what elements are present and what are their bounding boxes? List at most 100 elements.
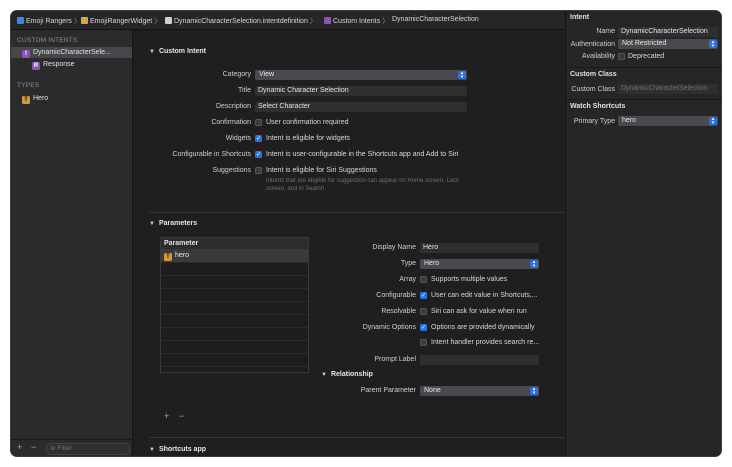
table-row	[161, 263, 308, 276]
configurable-text: User can edit value in Shortcuts,...	[431, 292, 538, 299]
table-row	[161, 328, 308, 341]
parent-parameter-popup[interactable]: None ▴ ▾	[420, 386, 539, 396]
sidebar: CUSTOM INTENTS I DynamicCharacterSele... …	[11, 30, 133, 456]
section-divider	[149, 437, 564, 438]
table-row[interactable]: Thero	[161, 250, 308, 263]
sidebar-section-custom-intents: CUSTOM INTENTS	[17, 37, 78, 44]
sidebar-item-response[interactable]: R Response	[11, 59, 132, 70]
parameter-table: Parameter Thero	[160, 237, 309, 373]
parameter-table-header: Parameter	[161, 238, 308, 250]
inspector-divider	[566, 67, 721, 68]
primary-type-label: Primary Type	[573, 118, 615, 125]
section-custom-intent[interactable]: ▼ Custom Intent	[149, 48, 206, 55]
availability-label: Availability	[582, 53, 615, 60]
breadcrumb-item-folder[interactable]: EmojiRangerWidget 〉	[81, 16, 163, 26]
deprecated-checkbox[interactable]	[618, 53, 625, 60]
dynamic-options-label: Dynamic Options	[362, 324, 416, 331]
display-name-field[interactable]: Hero	[420, 243, 539, 253]
resolvable-label: Resolvable	[381, 308, 416, 315]
remove-icon[interactable]: −	[31, 442, 36, 452]
file-icon	[165, 17, 172, 24]
section-parameters[interactable]: ▼ Parameters	[149, 220, 197, 227]
inspector: Intent Name DynamicCharacterSelection Au…	[565, 11, 721, 456]
intent-editor: ▼ Custom Intent Category View ▴ ▾ Title Dy…	[133, 30, 564, 456]
type-badge-icon: T	[164, 253, 172, 261]
prompt-label-field[interactable]	[420, 355, 539, 365]
popup-arrows-icon: ▴ ▾	[709, 117, 717, 126]
xcode-window: Emoji Rangers 〉 EmojiRangerWidget 〉 Dynami…	[11, 11, 721, 456]
dynamic-options-text: Options are provided dynamically	[431, 324, 535, 331]
add-parameter-icon[interactable]: +	[164, 411, 169, 421]
suggestions-checkbox[interactable]	[255, 167, 262, 174]
dynamic-options-checkbox[interactable]: ✓	[420, 324, 427, 331]
authentication-popup[interactable]: Not Restricted ▴ ▾	[618, 39, 718, 49]
shortcuts-checkbox[interactable]: ✓	[255, 151, 262, 158]
response-badge-icon: R	[32, 62, 40, 70]
suggestions-text: Intent is eligible for Siri Suggestions	[266, 167, 377, 174]
primary-type-popup[interactable]: hero ▴ ▾	[618, 116, 718, 126]
breadcrumb-item-file[interactable]: DynamicCharacterSelection.intentdefiniti…	[165, 16, 319, 26]
filter-icon: ⊜	[50, 445, 56, 452]
search-checkbox[interactable]	[420, 339, 427, 346]
folder-icon	[81, 17, 88, 24]
inspector-custom-class-title: Custom Class	[570, 71, 617, 78]
resolvable-text: Siri can ask for value when run	[431, 308, 527, 315]
breadcrumb-item-project[interactable]: Emoji Rangers 〉	[17, 16, 83, 26]
type-label: Type	[400, 260, 416, 267]
section-shortcuts-app[interactable]: ▼ Shortcuts app	[149, 446, 206, 453]
confirmation-checkbox[interactable]	[255, 119, 262, 126]
type-popup[interactable]: Hero ▴ ▾	[420, 259, 539, 269]
custom-class-field[interactable]: DynamicCharacterSelection	[618, 84, 718, 94]
intent-badge-icon: I	[22, 50, 30, 58]
suggestions-label: Suggestions	[212, 167, 251, 174]
category-popup[interactable]: View ▴ ▾	[255, 70, 467, 80]
breadcrumb-item-group[interactable]: Custom Intents 〉	[324, 16, 391, 26]
table-row	[161, 302, 308, 315]
confirmation-label: Confirmation	[211, 119, 251, 126]
configurable-label: Configurable	[376, 292, 416, 299]
sidebar-item-hero[interactable]: T Hero	[11, 93, 132, 104]
title-field[interactable]: Dynamic Character Selection	[255, 86, 467, 96]
section-relationship[interactable]: ▼ Relationship	[321, 371, 373, 378]
breadcrumb-item-intent[interactable]: DynamicCharacterSelection	[392, 16, 479, 23]
description-field[interactable]: Select Character	[255, 102, 467, 112]
table-row	[161, 341, 308, 354]
authentication-label: Authentication	[570, 41, 615, 48]
widgets-text: Intent is eligible for widgets	[266, 135, 351, 142]
disclosure-triangle-icon: ▼	[321, 372, 327, 378]
table-row	[161, 289, 308, 302]
filter-placeholder: Filter	[57, 445, 72, 452]
resolvable-checkbox[interactable]	[420, 308, 427, 315]
suggestions-hint: Intents that are eligible for suggestion…	[266, 178, 460, 192]
table-row	[161, 276, 308, 289]
widgets-checkbox[interactable]: ✓	[255, 135, 262, 142]
array-text: Supports multiple values	[431, 276, 508, 283]
disclosure-triangle-icon: ▼	[149, 447, 155, 453]
sidebar-item-label: Hero	[33, 95, 49, 102]
project-icon	[17, 17, 24, 24]
configurable-checkbox[interactable]: ✓	[420, 292, 427, 299]
category-label: Category	[222, 71, 251, 78]
array-checkbox[interactable]	[420, 276, 427, 283]
inspector-divider	[566, 99, 721, 100]
sidebar-item-label: DynamicCharacterSele...	[33, 49, 111, 56]
filter-field[interactable]: ⊜ Filter	[46, 443, 130, 455]
sidebar-section-types: TYPES	[17, 82, 40, 89]
remove-parameter-icon[interactable]: −	[179, 411, 184, 421]
popup-arrows-icon: ▴ ▾	[458, 71, 466, 80]
sidebar-item-intent[interactable]: I DynamicCharacterSele...	[11, 47, 132, 58]
confirmation-text: User confirmation required	[266, 119, 349, 126]
table-row	[161, 354, 308, 367]
custom-class-label: Custom Class	[571, 86, 615, 93]
description-label: Description	[215, 103, 251, 110]
parent-parameter-label: Parent Parameter	[360, 387, 416, 394]
add-icon[interactable]: +	[17, 442, 22, 452]
widgets-label: Widgets	[225, 135, 251, 142]
table-row	[161, 367, 308, 372]
section-divider	[149, 212, 564, 213]
name-label: Name	[596, 28, 615, 35]
deprecated-text: Deprecated	[628, 53, 665, 60]
sidebar-footer: + − ⊜ Filter	[11, 439, 132, 456]
name-field[interactable]: DynamicCharacterSelection	[618, 27, 718, 37]
disclosure-triangle-icon: ▼	[149, 49, 155, 55]
